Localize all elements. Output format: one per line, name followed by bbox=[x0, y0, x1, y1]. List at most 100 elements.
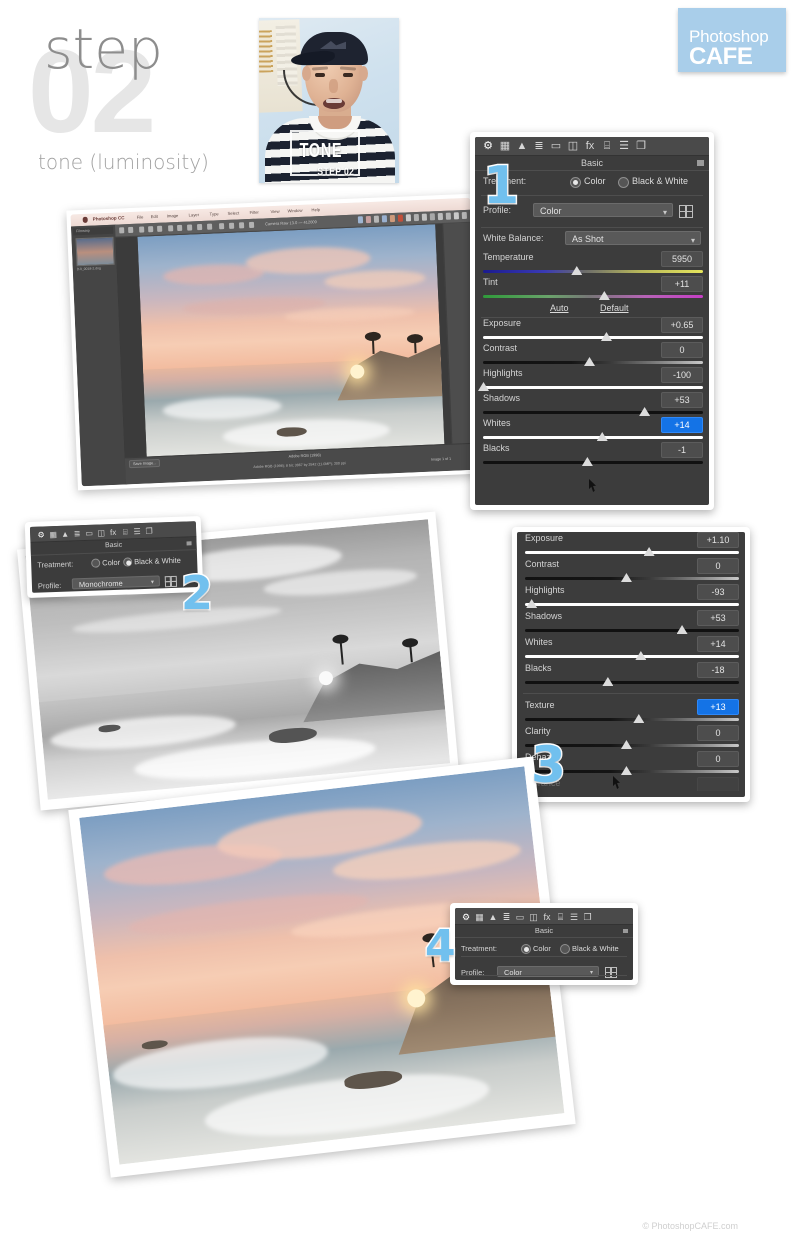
slider-track[interactable] bbox=[525, 655, 739, 658]
slider-track[interactable] bbox=[525, 577, 739, 580]
slider-shadows[interactable]: Shadows+53 bbox=[475, 392, 709, 417]
photoshopcafe-logo[interactable]: Photoshop CAFE bbox=[678, 8, 786, 72]
slider-value[interactable]: +13 bbox=[697, 699, 739, 715]
red-eye-icon[interactable]: ▭ bbox=[83, 528, 95, 540]
slider-blacks[interactable]: Blacks-1 bbox=[475, 442, 709, 467]
slider-exposure[interactable]: Exposure+0.65 bbox=[475, 317, 709, 342]
panel1-flyout-menu-icon[interactable] bbox=[697, 160, 704, 166]
slider-track[interactable] bbox=[525, 551, 739, 554]
slider-value[interactable]: 0 bbox=[661, 342, 703, 358]
menu-view[interactable]: View bbox=[270, 209, 279, 214]
zoom-tool-icon[interactable] bbox=[119, 227, 124, 233]
slider-shadows[interactable]: Shadows+53 bbox=[517, 610, 745, 636]
fx-icon[interactable]: fx bbox=[107, 527, 119, 539]
slider-value[interactable]: +53 bbox=[661, 392, 703, 408]
slider-whites[interactable]: Whites+14 bbox=[475, 417, 709, 442]
menu-image[interactable]: Image bbox=[167, 213, 179, 218]
slider-track[interactable] bbox=[483, 411, 703, 414]
slider-value[interactable]: 0 bbox=[697, 558, 739, 574]
presets-icon[interactable]: ☰ bbox=[131, 526, 143, 538]
panel1-profile-select[interactable]: Color ▾ bbox=[533, 203, 673, 217]
slider-value[interactable]: +53 bbox=[697, 610, 739, 626]
menu-layer[interactable]: Layer bbox=[189, 212, 200, 217]
presets-icon[interactable]: ☰ bbox=[618, 140, 630, 152]
save-image-button[interactable]: Save Image... bbox=[129, 459, 161, 468]
crop-icon[interactable]: ▦ bbox=[47, 529, 59, 541]
filmstrip-thumbnail[interactable] bbox=[75, 237, 114, 267]
masking-icon[interactable]: ≣ bbox=[533, 140, 545, 152]
panel4-flyout-menu-icon[interactable] bbox=[623, 929, 628, 933]
video-thumbnail[interactable]: TONE STEP 02 bbox=[259, 18, 399, 183]
slider-value[interactable]: 0 bbox=[697, 725, 739, 741]
calibration-icon[interactable]: ⌸ bbox=[555, 911, 567, 923]
rotate-right-icon[interactable] bbox=[249, 222, 254, 228]
apple-menu-icon[interactable] bbox=[83, 217, 88, 223]
spot-removal-icon[interactable]: ▲ bbox=[516, 140, 528, 152]
fx-icon[interactable]: fx bbox=[541, 911, 553, 923]
crop-icon[interactable]: ▦ bbox=[474, 911, 486, 923]
slider-value[interactable]: -18 bbox=[697, 662, 739, 678]
menu-select[interactable]: Select bbox=[227, 210, 239, 215]
slider-tint[interactable]: Tint+11 bbox=[475, 276, 709, 301]
slider-track[interactable] bbox=[525, 629, 739, 632]
panel1-radio-color[interactable] bbox=[570, 177, 581, 188]
panel2-profile-select[interactable]: Monochrome ▾ bbox=[72, 575, 160, 589]
menu-type[interactable]: Type bbox=[209, 211, 218, 216]
slider-exposure[interactable]: Exposure+1.10 bbox=[517, 532, 745, 558]
color-sampler-icon[interactable] bbox=[148, 226, 153, 232]
camera-raw-panel-basic-bw[interactable]: ⚙▦▲≣▭◫fx⌸☰❐ Basic Treatment: Color Black… bbox=[25, 516, 204, 598]
slider-track[interactable] bbox=[483, 270, 703, 273]
slider-value[interactable]: -93 bbox=[697, 584, 739, 600]
edit-icon[interactable]: ⚙ bbox=[35, 529, 47, 541]
snapshots-icon[interactable]: ❐ bbox=[143, 526, 155, 538]
rotate-left-icon[interactable] bbox=[239, 222, 244, 228]
fx-icon[interactable]: fx bbox=[584, 140, 596, 152]
red-eye-tool-icon[interactable] bbox=[219, 223, 224, 229]
slider-contrast[interactable]: Contrast0 bbox=[475, 342, 709, 367]
slider-value[interactable]: 0 bbox=[697, 751, 739, 767]
adjustment-brush-icon[interactable] bbox=[197, 224, 202, 230]
spot-removal-icon[interactable]: ▲ bbox=[487, 911, 499, 923]
spot-removal-icon[interactable]: ▲ bbox=[59, 528, 71, 540]
menu-file[interactable]: File bbox=[137, 214, 144, 219]
panel1-auto-link[interactable]: Auto bbox=[550, 303, 569, 313]
slider-value[interactable]: -1 bbox=[661, 442, 703, 458]
slider-highlights[interactable]: Highlights-100 bbox=[475, 367, 709, 392]
panel2-flyout-menu-icon[interactable] bbox=[187, 541, 192, 545]
slider-texture[interactable]: Texture+13 bbox=[517, 699, 745, 725]
masking-icon[interactable]: ≣ bbox=[71, 528, 83, 540]
slider-value[interactable]: 5950 bbox=[661, 251, 703, 267]
slider-value[interactable]: +11 bbox=[661, 276, 703, 292]
panel2-profile-browser-icon[interactable] bbox=[165, 576, 176, 585]
panel1-radio-bw[interactable] bbox=[618, 177, 629, 188]
crop-icon[interactable]: ▦ bbox=[499, 140, 511, 152]
slider-blacks[interactable]: Blacks-18 bbox=[517, 662, 745, 688]
menu-help[interactable]: Help bbox=[311, 207, 320, 212]
slider-temperature[interactable]: Temperature5950 bbox=[475, 251, 709, 276]
edit-icon[interactable]: ⚙ bbox=[460, 911, 472, 923]
slider-value[interactable]: +14 bbox=[697, 636, 739, 652]
red-eye-icon[interactable]: ▭ bbox=[550, 140, 562, 152]
slider-track[interactable] bbox=[525, 603, 739, 606]
hand-tool-icon[interactable] bbox=[128, 227, 133, 233]
slider-highlights[interactable]: Highlights-93 bbox=[517, 584, 745, 610]
geometry-icon[interactable]: ◫ bbox=[528, 911, 540, 923]
snapshots-icon[interactable]: ❐ bbox=[635, 140, 647, 152]
panel1-default-link[interactable]: Default bbox=[600, 303, 629, 313]
preferences-icon[interactable] bbox=[229, 223, 234, 229]
slider-track[interactable] bbox=[525, 718, 739, 721]
slider-value[interactable]: +1.10 bbox=[697, 532, 739, 548]
slider-value[interactable]: -100 bbox=[661, 367, 703, 383]
straighten-tool-icon[interactable] bbox=[168, 225, 173, 231]
menu-window[interactable]: Window bbox=[287, 208, 302, 214]
camera-raw-panel-basic-color-final[interactable]: ⚙▦▲≣▭◫fx⌸☰❐ Basic Treatment: Color Black… bbox=[450, 903, 638, 985]
edit-icon[interactable]: ⚙ bbox=[482, 140, 494, 152]
graduated-filter-icon[interactable] bbox=[207, 224, 212, 230]
panel1-profile-browser-icon[interactable] bbox=[679, 205, 693, 217]
panel2-radio-bw[interactable] bbox=[123, 557, 132, 566]
panel4-radio-bw[interactable] bbox=[560, 944, 570, 954]
slider-contrast[interactable]: Contrast0 bbox=[517, 558, 745, 584]
panel1-wb-select[interactable]: As Shot ▾ bbox=[565, 231, 701, 245]
calibration-icon[interactable]: ⌸ bbox=[119, 526, 131, 538]
snapshots-icon[interactable]: ❐ bbox=[582, 911, 594, 923]
